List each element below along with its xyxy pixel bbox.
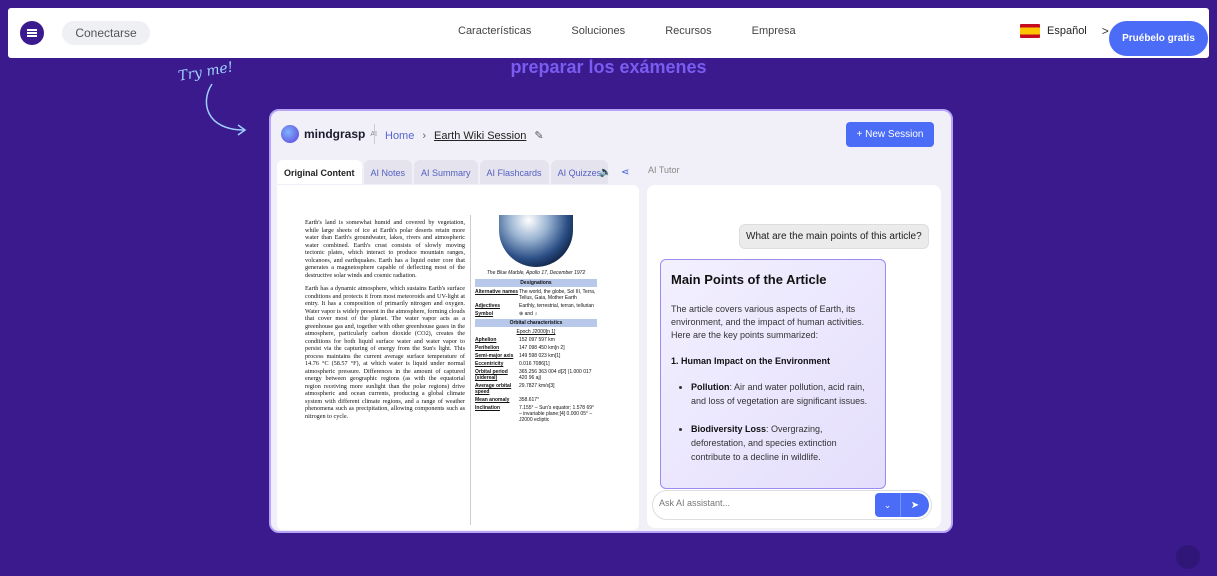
send-icon[interactable]: ➤ — [901, 493, 929, 517]
infobox-key: Mean anomaly — [475, 397, 510, 403]
infobox-row: Orbital period (sidereal) 365.256 363 004… — [475, 369, 597, 381]
infobox-value: 152 097 597 km — [519, 337, 555, 343]
speaker-icon[interactable]: 🔈 — [599, 167, 611, 178]
earth-infobox: The Blue Marble, Apollo 17, December 197… — [475, 215, 597, 425]
infobox-value: Earthly, terrestrial, terran, tellurian — [519, 303, 594, 309]
chevron-right-icon: › — [422, 129, 427, 142]
infobox-row: Perihelion 147 098 450 km[n 2] — [475, 345, 597, 351]
nav-link-resources[interactable]: Recursos — [665, 25, 711, 37]
tab-ai-summary[interactable]: AI Summary — [414, 160, 478, 184]
infobox-row: Symbol ⊕ and ♁ — [475, 311, 597, 317]
infobox-row: Aphelion 152 097 597 km — [475, 337, 597, 343]
breadcrumb-session[interactable]: Earth Wiki Session — [434, 130, 526, 142]
language-selector[interactable]: Español > — [1020, 24, 1109, 38]
infobox-value: 29.7827 km/s[3] — [519, 383, 555, 389]
infobox-row: Eccentricity 0.016 7086[1] — [475, 361, 597, 367]
curved-arrow-icon — [205, 83, 247, 136]
infobox-key: Orbital period (sidereal) — [475, 369, 508, 381]
infobox-value: 147 098 450 km[n 2] — [519, 345, 565, 351]
mindgrasp-logo: mindgrasp AI — [281, 125, 377, 143]
infobox-value: 365.256 363 004 d[2] (1.000 017 420 96 a… — [519, 369, 592, 381]
nav-link-company[interactable]: Empresa — [752, 25, 796, 37]
bullet-term: Biodiversity Loss — [691, 424, 767, 434]
chevron-down-icon[interactable]: ⌄ — [875, 493, 901, 517]
infobox-row: Mean anomaly 358.617° — [475, 397, 597, 403]
ai-tutor-label: AI Tutor — [648, 165, 680, 175]
breadcrumb: Home › Earth Wiki Session ✎ — [385, 129, 544, 143]
app-demo-frame: mindgrasp AI Home › Earth Wiki Session ✎… — [269, 109, 953, 533]
nav-links: Características Soluciones Recursos Empr… — [458, 25, 836, 37]
document-viewer[interactable]: Earth's land is somewhat humid and cover… — [277, 185, 639, 530]
infobox-value: 0.016 7086[1] — [519, 361, 550, 367]
nav-link-features[interactable]: Características — [458, 25, 531, 37]
column-divider — [470, 215, 471, 525]
infobox-key: Average orbital speed — [475, 383, 512, 395]
answer-intro: The article covers various aspects of Ea… — [671, 304, 865, 340]
infobox-header-designations: Designations — [475, 279, 597, 287]
ai-answer-card: Main Points of the Article The article c… — [660, 259, 886, 489]
logo-text: mindgrasp — [304, 127, 366, 141]
tab-ai-notes[interactable]: AI Notes — [363, 160, 413, 184]
bullet-term: Pollution — [691, 382, 730, 392]
breadcrumb-home[interactable]: Home — [385, 130, 414, 142]
infobox-value: 149 598 023 km[1] — [519, 353, 561, 359]
spain-flag-icon — [1020, 24, 1040, 38]
infobox-key: Adjectives — [475, 303, 501, 309]
image-caption: The Blue Marble, Apollo 17, December 197… — [486, 270, 586, 276]
document-paragraph: Earth's land is somewhat humid and cover… — [305, 219, 465, 279]
content-tabs: Original Content AI Notes AI Summary AI … — [277, 160, 610, 184]
infobox-key: Eccentricity — [475, 361, 504, 367]
document-text: Earth's land is somewhat humid and cover… — [305, 219, 465, 426]
infobox-key: Aphelion — [475, 337, 497, 343]
answer-bullet-list: Pollution: Air and water pollution, acid… — [671, 380, 875, 464]
infobox-key: Semi-major axis — [475, 353, 514, 359]
tab-ai-flashcards[interactable]: AI Flashcards — [479, 160, 549, 184]
infobox-value: ⊕ and ♁ — [519, 311, 539, 317]
new-session-button[interactable]: + New Session — [846, 122, 934, 147]
infobox-header-orbital: Orbital characteristics — [475, 319, 597, 327]
infobox-key: Alternative names — [475, 289, 519, 295]
document-paragraph: Earth has a dynamic atmosphere, which su… — [305, 285, 465, 420]
infobox-value: 358.617° — [519, 397, 540, 403]
infobox-value: The world, the globe, Sol III, Terra, Te… — [519, 289, 596, 301]
infobox-row: Average orbital speed 29.7827 km/s[3] — [475, 383, 597, 395]
corner-action-button[interactable] — [1176, 545, 1200, 569]
ask-ai-input[interactable] — [659, 498, 859, 508]
header-divider — [374, 124, 375, 144]
top-navigation: Conectarse Características Soluciones Re… — [8, 8, 1209, 58]
infobox-key: Symbol — [475, 311, 494, 317]
list-item: Pollution: Air and water pollution, acid… — [691, 380, 875, 408]
infobox-value: 7.155° – Sun's equator; 1.578 69° – inva… — [519, 405, 595, 423]
nav-link-solutions[interactable]: Soluciones — [571, 25, 625, 37]
mindgrasp-logo-icon — [281, 125, 299, 143]
answer-section-heading: 1. Human Impact on the Environment — [671, 356, 831, 366]
edit-pencil-icon[interactable]: ✎ — [534, 129, 543, 142]
earth-image — [499, 215, 573, 267]
tab-original-content[interactable]: Original Content — [277, 160, 362, 184]
login-button[interactable]: Conectarse — [62, 21, 150, 45]
answer-title: Main Points of the Article — [671, 272, 827, 287]
share-icon[interactable]: ⋖ — [621, 167, 629, 178]
ai-tutor-chat: What are the main points of this article… — [647, 185, 941, 528]
infobox-row: Adjectives Earthly, terrestrial, terran, … — [475, 303, 597, 309]
app-header: mindgrasp AI Home › Earth Wiki Session ✎… — [271, 111, 951, 157]
infobox-key: Inclination — [475, 405, 500, 411]
menu-icon[interactable] — [20, 21, 44, 45]
user-message: What are the main points of this article… — [739, 224, 929, 249]
infobox-row: Alternative names The world, the globe, S… — [475, 289, 597, 301]
infobox-row: Inclination 7.155° – Sun's equator; 1.578… — [475, 405, 597, 423]
chat-input-bar: ⌄ ➤ — [652, 490, 932, 520]
language-label: Español — [1047, 25, 1087, 37]
list-item: Biodiversity Loss: Overgrazing, deforest… — [691, 422, 875, 464]
infobox-row: Semi-major axis 149 598 023 km[1] — [475, 353, 597, 359]
infobox-epoch: Epoch J2000[n 1] — [516, 329, 556, 335]
try-free-button[interactable]: Pruébelo gratis — [1109, 21, 1208, 56]
infobox-key: Perihelion — [475, 345, 500, 351]
send-controls: ⌄ ➤ — [875, 493, 929, 517]
chevron-right-icon: > — [1101, 24, 1109, 38]
